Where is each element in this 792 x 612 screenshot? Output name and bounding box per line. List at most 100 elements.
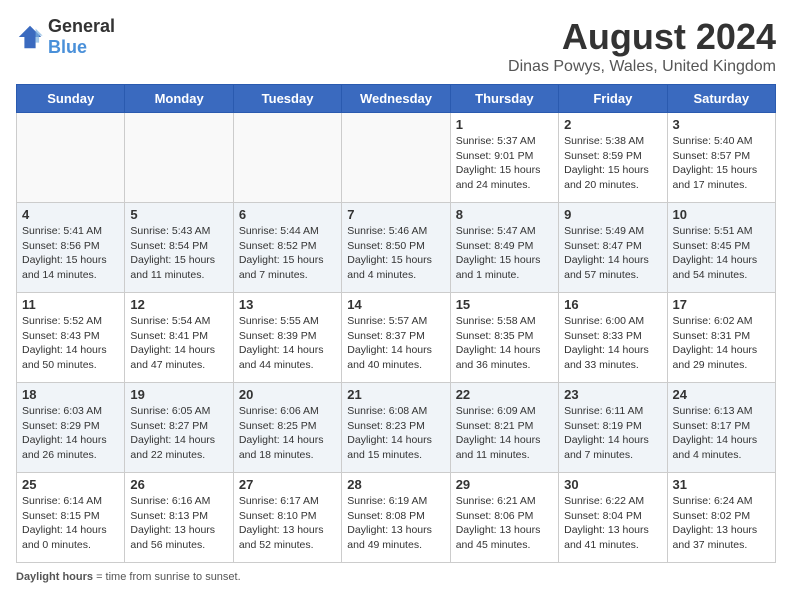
day-info: Sunrise: 5:55 AM Sunset: 8:39 PM Dayligh… [239,314,336,373]
day-number: 17 [673,297,770,312]
day-number: 25 [22,477,119,492]
day-number: 10 [673,207,770,222]
day-number: 21 [347,387,444,402]
calendar-week-3: 11Sunrise: 5:52 AM Sunset: 8:43 PM Dayli… [17,293,776,383]
day-number: 31 [673,477,770,492]
day-info: Sunrise: 6:24 AM Sunset: 8:02 PM Dayligh… [673,494,770,553]
calendar-cell: 11Sunrise: 5:52 AM Sunset: 8:43 PM Dayli… [17,293,125,383]
day-number: 16 [564,297,661,312]
day-info: Sunrise: 6:06 AM Sunset: 8:25 PM Dayligh… [239,404,336,463]
day-info: Sunrise: 6:13 AM Sunset: 8:17 PM Dayligh… [673,404,770,463]
logo-general: General [48,16,115,36]
day-number: 2 [564,117,661,132]
day-number: 26 [130,477,227,492]
logo-icon [16,23,44,51]
day-info: Sunrise: 6:22 AM Sunset: 8:04 PM Dayligh… [564,494,661,553]
calendar-cell: 23 Sunrise: 6:11 AM Sunset: 8:19 PM Dayli… [559,383,667,473]
day-info: Sunrise: 6:02 AM Sunset: 8:31 PM Dayligh… [673,314,770,373]
day-info: Sunrise: 5:52 AM Sunset: 8:43 PM Dayligh… [22,314,119,373]
calendar-cell: 7Sunrise: 5:46 AM Sunset: 8:50 PM Daylig… [342,203,450,293]
calendar-cell: 25 Sunrise: 6:14 AM Sunset: 8:15 PM Dayli… [17,473,125,563]
calendar-cell: 31 Sunrise: 6:24 AM Sunset: 8:02 PM Dayli… [667,473,775,563]
day-info: Sunrise: 5:54 AM Sunset: 8:41 PM Dayligh… [130,314,227,373]
logo-blue: Blue [48,37,87,57]
day-info: Sunrise: 5:47 AM Sunset: 8:49 PM Dayligh… [456,224,553,283]
day-number: 6 [239,207,336,222]
day-info: Sunrise: 6:09 AM Sunset: 8:21 PM Dayligh… [456,404,553,463]
day-number: 28 [347,477,444,492]
calendar-cell: 15Sunrise: 5:58 AM Sunset: 8:35 PM Dayli… [450,293,558,383]
footer-note: Daylight hours = time from sunrise to su… [16,571,776,583]
calendar-cell [233,113,341,203]
calendar-week-4: 18Sunrise: 6:03 AM Sunset: 8:29 PM Dayli… [17,383,776,473]
day-number: 19 [130,387,227,402]
calendar-cell: 2 Sunrise: 5:38 AM Sunset: 8:59 PM Daylig… [559,113,667,203]
calendar-cell: 18Sunrise: 6:03 AM Sunset: 8:29 PM Dayli… [17,383,125,473]
day-info: Sunrise: 5:46 AM Sunset: 8:50 PM Dayligh… [347,224,444,283]
day-number: 20 [239,387,336,402]
day-number: 18 [22,387,119,402]
calendar-cell: 14Sunrise: 5:57 AM Sunset: 8:37 PM Dayli… [342,293,450,383]
day-number: 23 [564,387,661,402]
logo: General Blue [16,16,115,58]
day-number: 24 [673,387,770,402]
day-info: Sunrise: 5:41 AM Sunset: 8:56 PM Dayligh… [22,224,119,283]
calendar-body: 1 Sunrise: 5:37 AM Sunset: 9:01 PM Daylig… [17,113,776,563]
header-row: Sunday Monday Tuesday Wednesday Thursday… [17,85,776,113]
day-number: 15 [456,297,553,312]
day-info: Sunrise: 6:14 AM Sunset: 8:15 PM Dayligh… [22,494,119,553]
day-info: Sunrise: 5:40 AM Sunset: 8:57 PM Dayligh… [673,134,770,193]
calendar-week-2: 4 Sunrise: 5:41 AM Sunset: 8:56 PM Daylig… [17,203,776,293]
day-info: Sunrise: 6:19 AM Sunset: 8:08 PM Dayligh… [347,494,444,553]
day-info: Sunrise: 6:16 AM Sunset: 8:13 PM Dayligh… [130,494,227,553]
col-thursday: Thursday [450,85,558,113]
calendar-cell: 3Sunrise: 5:40 AM Sunset: 8:57 PM Daylig… [667,113,775,203]
calendar-cell: 10 Sunrise: 5:51 AM Sunset: 8:45 PM Dayli… [667,203,775,293]
title-area: August 2024 Dinas Powys, Wales, United K… [508,16,776,76]
day-info: Sunrise: 5:49 AM Sunset: 8:47 PM Dayligh… [564,224,661,283]
day-number: 5 [130,207,227,222]
day-number: 13 [239,297,336,312]
day-info: Sunrise: 5:43 AM Sunset: 8:54 PM Dayligh… [130,224,227,283]
calendar-cell [125,113,233,203]
calendar-cell: 27Sunrise: 6:17 AM Sunset: 8:10 PM Dayli… [233,473,341,563]
calendar-cell: 5 Sunrise: 5:43 AM Sunset: 8:54 PM Daylig… [125,203,233,293]
day-info: Sunrise: 6:21 AM Sunset: 8:06 PM Dayligh… [456,494,553,553]
calendar-cell: 6Sunrise: 5:44 AM Sunset: 8:52 PM Daylig… [233,203,341,293]
main-title: August 2024 [508,16,776,58]
calendar-cell: 26 Sunrise: 6:16 AM Sunset: 8:13 PM Dayli… [125,473,233,563]
calendar-cell: 17 Sunrise: 6:02 AM Sunset: 8:31 PM Dayli… [667,293,775,383]
day-info: Sunrise: 5:38 AM Sunset: 8:59 PM Dayligh… [564,134,661,193]
day-number: 27 [239,477,336,492]
calendar-cell: 13 Sunrise: 5:55 AM Sunset: 8:39 PM Dayli… [233,293,341,383]
calendar-cell [342,113,450,203]
day-number: 1 [456,117,553,132]
col-tuesday: Tuesday [233,85,341,113]
day-number: 29 [456,477,553,492]
col-sunday: Sunday [17,85,125,113]
day-info: Sunrise: 6:11 AM Sunset: 8:19 PM Dayligh… [564,404,661,463]
day-number: 4 [22,207,119,222]
calendar-cell: 1 Sunrise: 5:37 AM Sunset: 9:01 PM Daylig… [450,113,558,203]
day-info: Sunrise: 5:37 AM Sunset: 9:01 PM Dayligh… [456,134,553,193]
calendar-cell [17,113,125,203]
day-info: Sunrise: 5:57 AM Sunset: 8:37 PM Dayligh… [347,314,444,373]
col-monday: Monday [125,85,233,113]
day-info: Sunrise: 6:08 AM Sunset: 8:23 PM Dayligh… [347,404,444,463]
logo-text: General Blue [48,16,115,58]
col-friday: Friday [559,85,667,113]
day-number: 22 [456,387,553,402]
header: General Blue August 2024 Dinas Powys, Wa… [16,16,776,76]
footer-label: Daylight hours [16,571,93,583]
col-wednesday: Wednesday [342,85,450,113]
calendar-cell: 28 Sunrise: 6:19 AM Sunset: 8:08 PM Dayli… [342,473,450,563]
calendar-cell: 19Sunrise: 6:05 AM Sunset: 8:27 PM Dayli… [125,383,233,473]
day-number: 30 [564,477,661,492]
day-number: 8 [456,207,553,222]
day-info: Sunrise: 5:51 AM Sunset: 8:45 PM Dayligh… [673,224,770,283]
calendar: Sunday Monday Tuesday Wednesday Thursday… [16,84,776,563]
calendar-cell: 22 Sunrise: 6:09 AM Sunset: 8:21 PM Dayli… [450,383,558,473]
subtitle: Dinas Powys, Wales, United Kingdom [508,58,776,76]
calendar-cell: 24 Sunrise: 6:13 AM Sunset: 8:17 PM Dayli… [667,383,775,473]
day-number: 9 [564,207,661,222]
